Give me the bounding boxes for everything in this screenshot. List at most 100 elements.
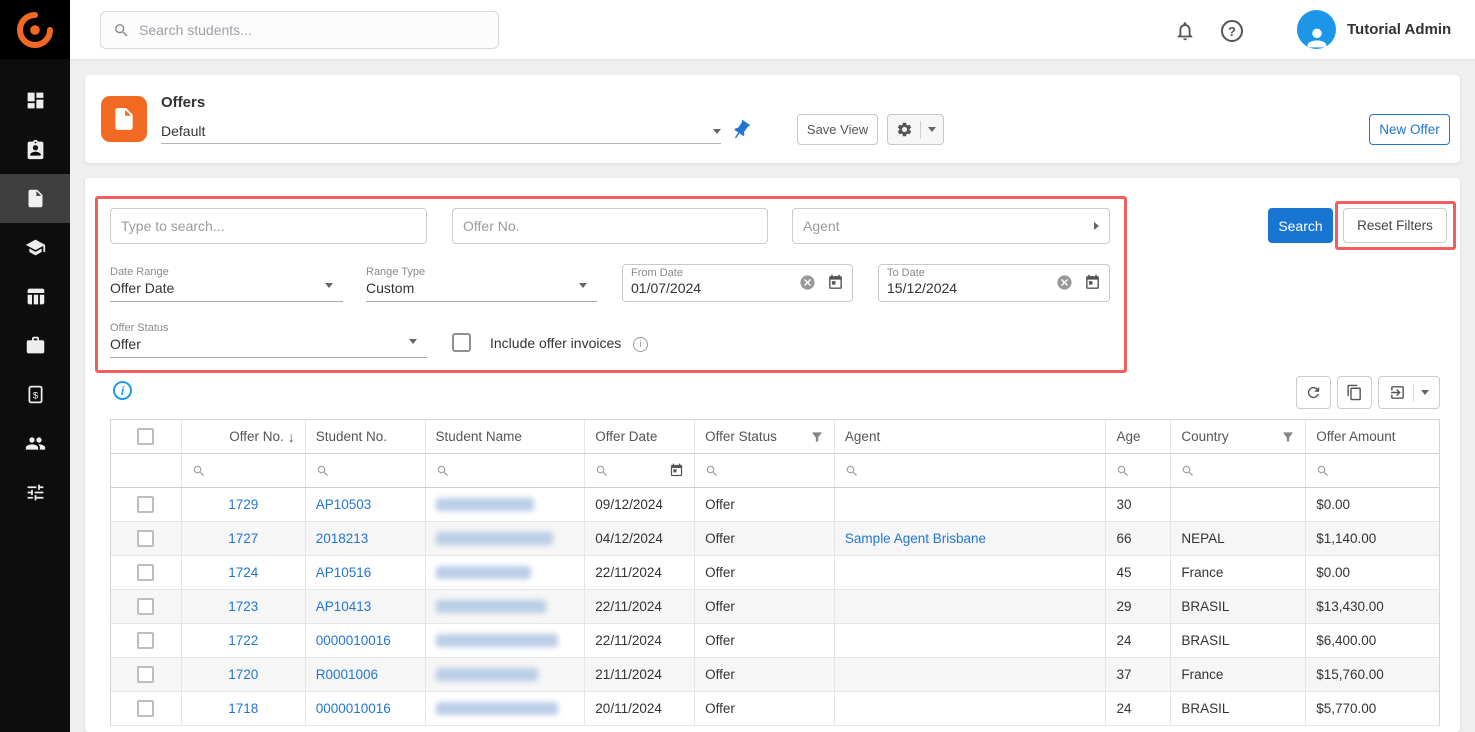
agent-link[interactable]: Sample Agent Brisbane [845, 531, 986, 546]
sidebar-item-dashboard[interactable] [0, 76, 70, 125]
include-offer-invoices-checkbox[interactable] [452, 333, 471, 352]
offer-no-link[interactable]: 1718 [228, 701, 258, 716]
offer-status-cell: Offer [695, 590, 835, 623]
country-cell: France [1171, 556, 1306, 589]
from-date-input[interactable]: From Date 01/07/2024 [622, 264, 853, 302]
offer-no-link[interactable]: 1724 [228, 565, 258, 580]
range-type-label: Range Type [366, 266, 597, 278]
filter-funnel-icon[interactable] [1281, 430, 1295, 444]
student-no-link[interactable]: AP10503 [316, 497, 372, 512]
redacted-student-name [436, 702, 558, 715]
range-type-select[interactable]: Range Type Custom [366, 264, 597, 302]
view-settings-button[interactable] [887, 114, 944, 145]
calendar-icon[interactable] [1084, 274, 1101, 291]
refresh-button[interactable] [1296, 376, 1331, 409]
row-checkbox[interactable] [137, 598, 154, 615]
sidebar-item-agents[interactable] [0, 419, 70, 468]
student-no-link[interactable]: 2018213 [316, 531, 369, 546]
student-search-box[interactable] [100, 11, 499, 49]
filter-funnel-icon[interactable] [810, 430, 824, 444]
student-search-input[interactable] [139, 22, 486, 38]
col-header-offer-no[interactable]: Offer No.↓ [182, 420, 306, 453]
date-range-select[interactable]: Date Range Offer Date [110, 264, 343, 302]
sidebar-item-services[interactable] [0, 321, 70, 370]
redacted-student-name [436, 566, 531, 579]
student-no-column-search[interactable] [306, 454, 426, 487]
clear-icon[interactable] [1056, 274, 1073, 291]
chevron-down-icon [579, 283, 587, 288]
to-date-input[interactable]: To Date 15/12/2024 [878, 264, 1110, 302]
col-header-agent[interactable]: Agent [835, 420, 1107, 453]
save-view-button[interactable]: Save View [797, 114, 878, 145]
student-no-link[interactable]: R0001006 [316, 667, 378, 682]
country-column-search[interactable] [1171, 454, 1306, 487]
redacted-student-name [436, 498, 534, 511]
student-no-link[interactable]: AP10516 [316, 565, 372, 580]
offer-amount-column-search[interactable] [1306, 454, 1439, 487]
sidebar-item-offers[interactable] [0, 174, 70, 223]
offer-status-column-search[interactable] [695, 454, 835, 487]
calendar-icon[interactable] [669, 463, 684, 478]
offer-no-field[interactable] [452, 208, 768, 244]
text-search-field[interactable] [110, 208, 427, 244]
agent-column-search[interactable] [835, 454, 1107, 487]
reset-filters-button[interactable]: Reset Filters [1343, 208, 1447, 243]
calendar-icon[interactable] [827, 274, 844, 291]
offer-no-link[interactable]: 1722 [228, 633, 258, 648]
user-name[interactable]: Tutorial Admin [1347, 21, 1451, 38]
student-name-column-search[interactable] [426, 454, 586, 487]
clear-icon[interactable] [799, 274, 816, 291]
offer-no-link[interactable]: 1727 [228, 531, 258, 546]
age-cell: 45 [1106, 556, 1171, 589]
student-no-link[interactable]: 0000010016 [316, 633, 391, 648]
col-header-offer-amount[interactable]: Offer Amount [1306, 420, 1439, 453]
offer-no-column-search[interactable] [182, 454, 306, 487]
app-logo[interactable] [0, 0, 70, 59]
col-header-offer-date[interactable]: Offer Date [585, 420, 695, 453]
offer-no-link[interactable]: 1729 [228, 497, 258, 512]
user-avatar[interactable] [1297, 10, 1336, 49]
col-header-student-no[interactable]: Student No. [306, 420, 426, 453]
col-header-age[interactable]: Age [1106, 420, 1171, 453]
notifications-button[interactable] [1170, 16, 1200, 46]
offer-no-input[interactable] [463, 218, 757, 234]
student-no-link[interactable]: AP10413 [316, 599, 372, 614]
svg-text:$: $ [32, 390, 38, 401]
select-all-checkbox[interactable] [137, 428, 154, 445]
col-header-student-name[interactable]: Student Name [426, 420, 586, 453]
new-offer-button[interactable]: New Offer [1369, 114, 1450, 145]
age-column-search[interactable] [1106, 454, 1171, 487]
page-title: Offers [161, 94, 205, 111]
age-cell: 30 [1106, 488, 1171, 521]
sidebar-item-invoices[interactable]: $ [0, 370, 70, 419]
text-search-input[interactable] [121, 218, 416, 234]
search-icon [192, 464, 206, 478]
row-checkbox[interactable] [137, 496, 154, 513]
offer-date-column-search[interactable] [585, 454, 695, 487]
student-no-link[interactable]: 0000010016 [316, 701, 391, 716]
pin-view-button[interactable] [730, 119, 752, 141]
view-selector[interactable]: Default [161, 119, 721, 144]
row-checkbox[interactable] [137, 564, 154, 581]
topbar: ? Tutorial Admin [70, 0, 1475, 60]
search-button[interactable]: Search [1268, 208, 1333, 243]
help-button[interactable]: ? [1217, 16, 1247, 46]
sidebar-item-students[interactable] [0, 125, 70, 174]
row-checkbox[interactable] [137, 666, 154, 683]
sidebar-item-reports[interactable] [0, 272, 70, 321]
redacted-student-name [436, 532, 553, 545]
col-header-country[interactable]: Country [1171, 420, 1306, 453]
export-button[interactable] [1378, 376, 1440, 409]
row-checkbox[interactable] [137, 632, 154, 649]
copy-button[interactable] [1337, 376, 1372, 409]
sidebar-item-courses[interactable] [0, 223, 70, 272]
agent-dropdown[interactable]: Agent [792, 208, 1110, 244]
grid-info-icon[interactable]: i [113, 381, 132, 400]
offer-no-link[interactable]: 1723 [228, 599, 258, 614]
row-checkbox[interactable] [137, 530, 154, 547]
offer-status-select[interactable]: Offer Status Offer [110, 320, 427, 358]
col-header-offer-status[interactable]: Offer Status [695, 420, 835, 453]
row-checkbox[interactable] [137, 700, 154, 717]
sidebar-item-settings[interactable] [0, 468, 70, 517]
offer-no-link[interactable]: 1720 [228, 667, 258, 682]
